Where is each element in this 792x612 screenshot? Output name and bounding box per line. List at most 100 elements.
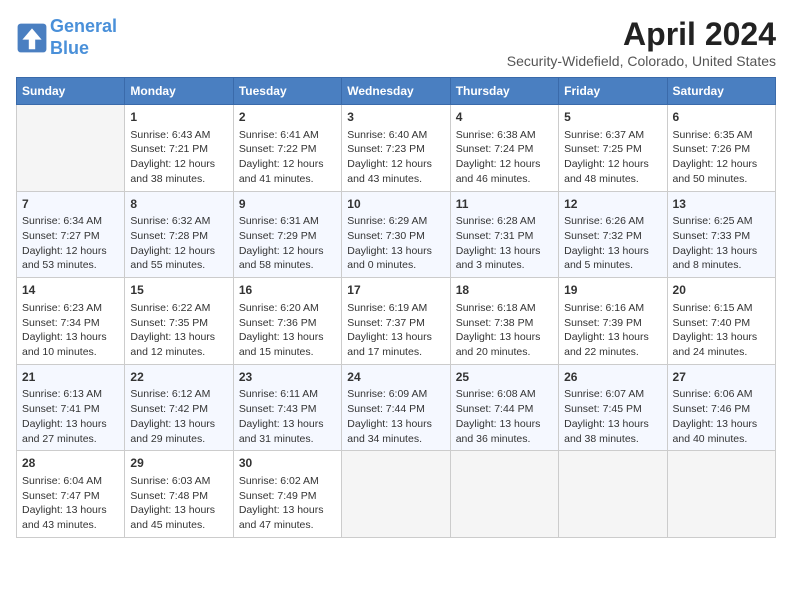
calendar-cell: 11Sunrise: 6:28 AMSunset: 7:31 PMDayligh… [450, 191, 558, 278]
day-number: 2 [239, 109, 336, 126]
day-info: Sunrise: 6:22 AMSunset: 7:35 PMDaylight:… [130, 301, 227, 360]
logo: General Blue [16, 16, 117, 59]
calendar-header: SundayMondayTuesdayWednesdayThursdayFrid… [17, 78, 776, 105]
day-info: Sunrise: 6:16 AMSunset: 7:39 PMDaylight:… [564, 301, 661, 360]
calendar-cell: 15 Sunrise: 6:22 AMSunset: 7:35 PMDayligh… [125, 278, 233, 365]
day-number: 1 [130, 109, 227, 126]
calendar-cell: 16 Sunrise: 6:20 AMSunset: 7:36 PMDayligh… [233, 278, 341, 365]
day-info: Sunrise: 6:34 AMSunset: 7:27 PMDaylight:… [22, 214, 119, 273]
calendar-cell: 30 Sunrise: 6:02 AMSunset: 7:49 PMDayligh… [233, 451, 341, 538]
day-number: 10 [347, 196, 444, 213]
weekday-header-wednesday: Wednesday [342, 78, 450, 105]
day-number: 20 [673, 282, 770, 299]
calendar-cell: 20 Sunrise: 6:15 AMSunset: 7:40 PMDayligh… [667, 278, 775, 365]
day-info: Sunrise: 6:07 AMSunset: 7:45 PMDaylight:… [564, 387, 661, 446]
day-info: Sunrise: 6:02 AMSunset: 7:49 PMDaylight:… [239, 474, 336, 533]
calendar-cell: 4 Sunrise: 6:38 AMSunset: 7:24 PMDaylight… [450, 105, 558, 192]
logo-icon [16, 22, 48, 54]
calendar-cell: 21Sunrise: 6:13 AMSunset: 7:41 PMDayligh… [17, 364, 125, 451]
day-number: 4 [456, 109, 553, 126]
calendar-cell: 2Sunrise: 6:41 AMSunset: 7:22 PMDaylight… [233, 105, 341, 192]
day-info: Sunrise: 6:20 AMSunset: 7:36 PMDaylight:… [239, 301, 336, 360]
day-info: Sunrise: 6:19 AMSunset: 7:37 PMDaylight:… [347, 301, 444, 360]
day-info: Sunrise: 6:32 AMSunset: 7:28 PMDaylight:… [130, 214, 227, 273]
day-info: Sunrise: 6:31 AMSunset: 7:29 PMDaylight:… [239, 214, 336, 273]
day-number: 21 [22, 369, 119, 386]
day-info: Sunrise: 6:35 AMSunset: 7:26 PMDaylight:… [673, 128, 770, 187]
day-info: Sunrise: 6:25 AMSunset: 7:33 PMDaylight:… [673, 214, 770, 273]
logo-line2: Blue [50, 38, 89, 58]
calendar-cell: 14 Sunrise: 6:23 AMSunset: 7:34 PMDayligh… [17, 278, 125, 365]
day-number: 13 [673, 196, 770, 213]
calendar-cell: 17Sunrise: 6:19 AMSunset: 7:37 PMDayligh… [342, 278, 450, 365]
calendar-cell: 18 Sunrise: 6:18 AMSunset: 7:38 PMDayligh… [450, 278, 558, 365]
day-info: Sunrise: 6:28 AMSunset: 7:31 PMDaylight:… [456, 214, 553, 273]
day-info: Sunrise: 6:15 AMSunset: 7:40 PMDaylight:… [673, 301, 770, 360]
calendar-cell: 25Sunrise: 6:08 AMSunset: 7:44 PMDayligh… [450, 364, 558, 451]
day-number: 30 [239, 455, 336, 472]
calendar-cell: 24Sunrise: 6:09 AMSunset: 7:44 PMDayligh… [342, 364, 450, 451]
calendar-cell: 19 Sunrise: 6:16 AMSunset: 7:39 PMDayligh… [559, 278, 667, 365]
calendar-cell: 29Sunrise: 6:03 AMSunset: 7:48 PMDayligh… [125, 451, 233, 538]
day-number: 14 [22, 282, 119, 299]
day-info: Sunrise: 6:03 AMSunset: 7:48 PMDaylight:… [130, 474, 227, 533]
day-info: Sunrise: 6:13 AMSunset: 7:41 PMDaylight:… [22, 387, 119, 446]
calendar-cell: 10Sunrise: 6:29 AMSunset: 7:30 PMDayligh… [342, 191, 450, 278]
day-number: 5 [564, 109, 661, 126]
day-info: Sunrise: 6:43 AMSunset: 7:21 PMDaylight:… [130, 128, 227, 187]
day-info: Sunrise: 6:11 AMSunset: 7:43 PMDaylight:… [239, 387, 336, 446]
calendar-cell: 9Sunrise: 6:31 AMSunset: 7:29 PMDaylight… [233, 191, 341, 278]
weekday-header-saturday: Saturday [667, 78, 775, 105]
logo-line1: General [50, 16, 117, 36]
day-info: Sunrise: 6:37 AMSunset: 7:25 PMDaylight:… [564, 128, 661, 187]
week-row-2: 7Sunrise: 6:34 AMSunset: 7:27 PMDaylight… [17, 191, 776, 278]
calendar-cell [667, 451, 775, 538]
calendar-body: 1 Sunrise: 6:43 AMSunset: 7:21 PMDaylight… [17, 105, 776, 538]
calendar-cell: 6 Sunrise: 6:35 AMSunset: 7:26 PMDaylight… [667, 105, 775, 192]
day-info: Sunrise: 6:26 AMSunset: 7:32 PMDaylight:… [564, 214, 661, 273]
day-info: Sunrise: 6:38 AMSunset: 7:24 PMDaylight:… [456, 128, 553, 187]
week-row-4: 21Sunrise: 6:13 AMSunset: 7:41 PMDayligh… [17, 364, 776, 451]
weekday-header-friday: Friday [559, 78, 667, 105]
week-row-5: 28 Sunrise: 6:04 AMSunset: 7:47 PMDayligh… [17, 451, 776, 538]
weekday-header-monday: Monday [125, 78, 233, 105]
day-info: Sunrise: 6:12 AMSunset: 7:42 PMDaylight:… [130, 387, 227, 446]
day-number: 8 [130, 196, 227, 213]
day-number: 12 [564, 196, 661, 213]
month-title: April 2024 [507, 16, 776, 53]
page-header: General Blue April 2024 Security-Widefie… [16, 16, 776, 69]
day-info: Sunrise: 6:23 AMSunset: 7:34 PMDaylight:… [22, 301, 119, 360]
calendar-cell: 12Sunrise: 6:26 AMSunset: 7:32 PMDayligh… [559, 191, 667, 278]
calendar-cell: 23Sunrise: 6:11 AMSunset: 7:43 PMDayligh… [233, 364, 341, 451]
day-number: 18 [456, 282, 553, 299]
title-block: April 2024 Security-Widefield, Colorado,… [507, 16, 776, 69]
weekday-row: SundayMondayTuesdayWednesdayThursdayFrid… [17, 78, 776, 105]
calendar-cell [17, 105, 125, 192]
day-info: Sunrise: 6:09 AMSunset: 7:44 PMDaylight:… [347, 387, 444, 446]
day-number: 28 [22, 455, 119, 472]
day-number: 23 [239, 369, 336, 386]
calendar-table: SundayMondayTuesdayWednesdayThursdayFrid… [16, 77, 776, 538]
day-number: 11 [456, 196, 553, 213]
day-number: 19 [564, 282, 661, 299]
weekday-header-sunday: Sunday [17, 78, 125, 105]
day-number: 6 [673, 109, 770, 126]
calendar-cell: 3Sunrise: 6:40 AMSunset: 7:23 PMDaylight… [342, 105, 450, 192]
day-info: Sunrise: 6:18 AMSunset: 7:38 PMDaylight:… [456, 301, 553, 360]
calendar-cell [342, 451, 450, 538]
day-info: Sunrise: 6:40 AMSunset: 7:23 PMDaylight:… [347, 128, 444, 187]
day-number: 15 [130, 282, 227, 299]
calendar-cell: 5 Sunrise: 6:37 AMSunset: 7:25 PMDaylight… [559, 105, 667, 192]
day-number: 16 [239, 282, 336, 299]
day-info: Sunrise: 6:06 AMSunset: 7:46 PMDaylight:… [673, 387, 770, 446]
week-row-3: 14 Sunrise: 6:23 AMSunset: 7:34 PMDayligh… [17, 278, 776, 365]
day-number: 27 [673, 369, 770, 386]
day-number: 26 [564, 369, 661, 386]
calendar-cell: 28 Sunrise: 6:04 AMSunset: 7:47 PMDayligh… [17, 451, 125, 538]
calendar-cell: 27Sunrise: 6:06 AMSunset: 7:46 PMDayligh… [667, 364, 775, 451]
day-info: Sunrise: 6:04 AMSunset: 7:47 PMDaylight:… [22, 474, 119, 533]
day-number: 22 [130, 369, 227, 386]
day-number: 9 [239, 196, 336, 213]
calendar-cell: 13Sunrise: 6:25 AMSunset: 7:33 PMDayligh… [667, 191, 775, 278]
logo-text: General Blue [50, 16, 117, 59]
